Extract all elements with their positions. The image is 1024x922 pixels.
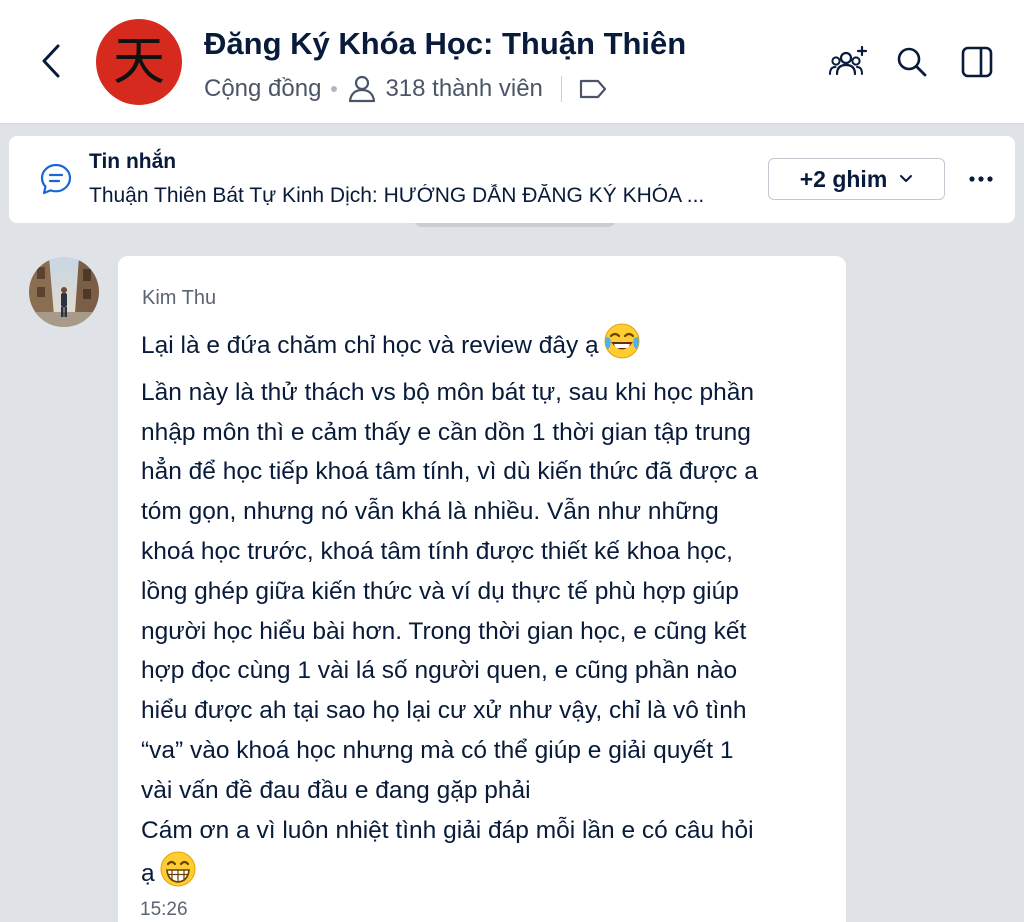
message-line: Cám ơn a vì luôn nhiệt tình giải đáp mỗi… [141,816,754,844]
separator-dot [331,86,338,92]
pinned-title: Tin nhắn [89,150,177,173]
sender-avatar[interactable] [29,257,99,327]
more-horizontal-icon[interactable] [963,162,999,196]
message-body: Lại là e đứa chăm chỉ học và review đây … [141,322,841,901]
message-bubble[interactable]: Kim Thu Lại là e đứa chăm chỉ học và rev… [118,256,846,922]
more-pins-label: +2 ghim [799,165,888,192]
tag-icon[interactable] [578,78,608,100]
pinned-message-bar[interactable]: Tin nhắn Thuận Thiên Bát Tự Kinh Dịch: H… [9,136,1015,223]
chevron-down-icon [899,174,913,184]
message-line: “va” vào khoá học nhưng mà có thể giúp e… [141,736,734,764]
more-pins-button[interactable]: +2 ghim [768,158,945,200]
message-line: người học hiểu bài hơn. Trong thời gian … [141,617,747,645]
message-line: Lần này là thử thách vs bộ môn bát tự, s… [141,378,755,406]
divider [560,76,562,102]
grinning-emoji [159,850,197,901]
person-icon [347,74,377,104]
member-count[interactable]: 318 thành viên [385,75,542,103]
message-line: tóm gọn, nhưng nó vẫn khá là nhiều. Vẫn … [141,498,719,526]
message-time: 15:26 [140,899,188,920]
message-line: Lại là e đứa chăm chỉ học và review đây … [141,322,841,373]
group-logo-char: 天 [112,32,165,92]
back-chevron-icon[interactable] [36,40,66,82]
search-icon[interactable] [892,42,932,82]
message-line: vài vấn đề đau đầu e đang gặp phải [141,776,531,804]
group-avatar[interactable]: 天 [96,19,182,105]
pinned-preview[interactable]: Thuận Thiên Bát Tự Kinh Dịch: HƯỚNG DẪN … [89,184,761,208]
community-label: Cộng đồng [204,75,322,102]
sender-name[interactable]: Kim Thu [142,287,216,310]
add-members-icon[interactable] [828,42,868,82]
message-line: hợp đọc cùng 1 vài lá số người quen, e c… [141,657,738,685]
message-line: ạ [141,850,841,901]
chat-header: 天 Đăng Ký Khóa Học: Thuận Thiên Cộng đồn… [0,0,1024,124]
message-line: hiểu được ah tại sao họ lại cư xử như vậ… [141,697,747,725]
tears-of-joy-emoji [603,322,641,373]
message-bubble-icon [39,162,73,196]
message-line: lồng ghép giữa kiến thức và ví dụ thực t… [141,577,739,605]
message-line: hẳn để học tiếp khoá tâm tính, vì dù kiế… [141,458,758,486]
message-line: khoá học trước, khoá tâm tính được thiết… [141,537,733,565]
sidebar-toggle-icon[interactable] [957,42,997,82]
group-subline: Cộng đồng 318 thành viên [204,72,608,106]
group-title: Đăng Ký Khóa Học: Thuận Thiên [204,26,687,61]
message-line: nhập môn thì e cảm thấy e cần dồn 1 thời… [141,418,751,446]
